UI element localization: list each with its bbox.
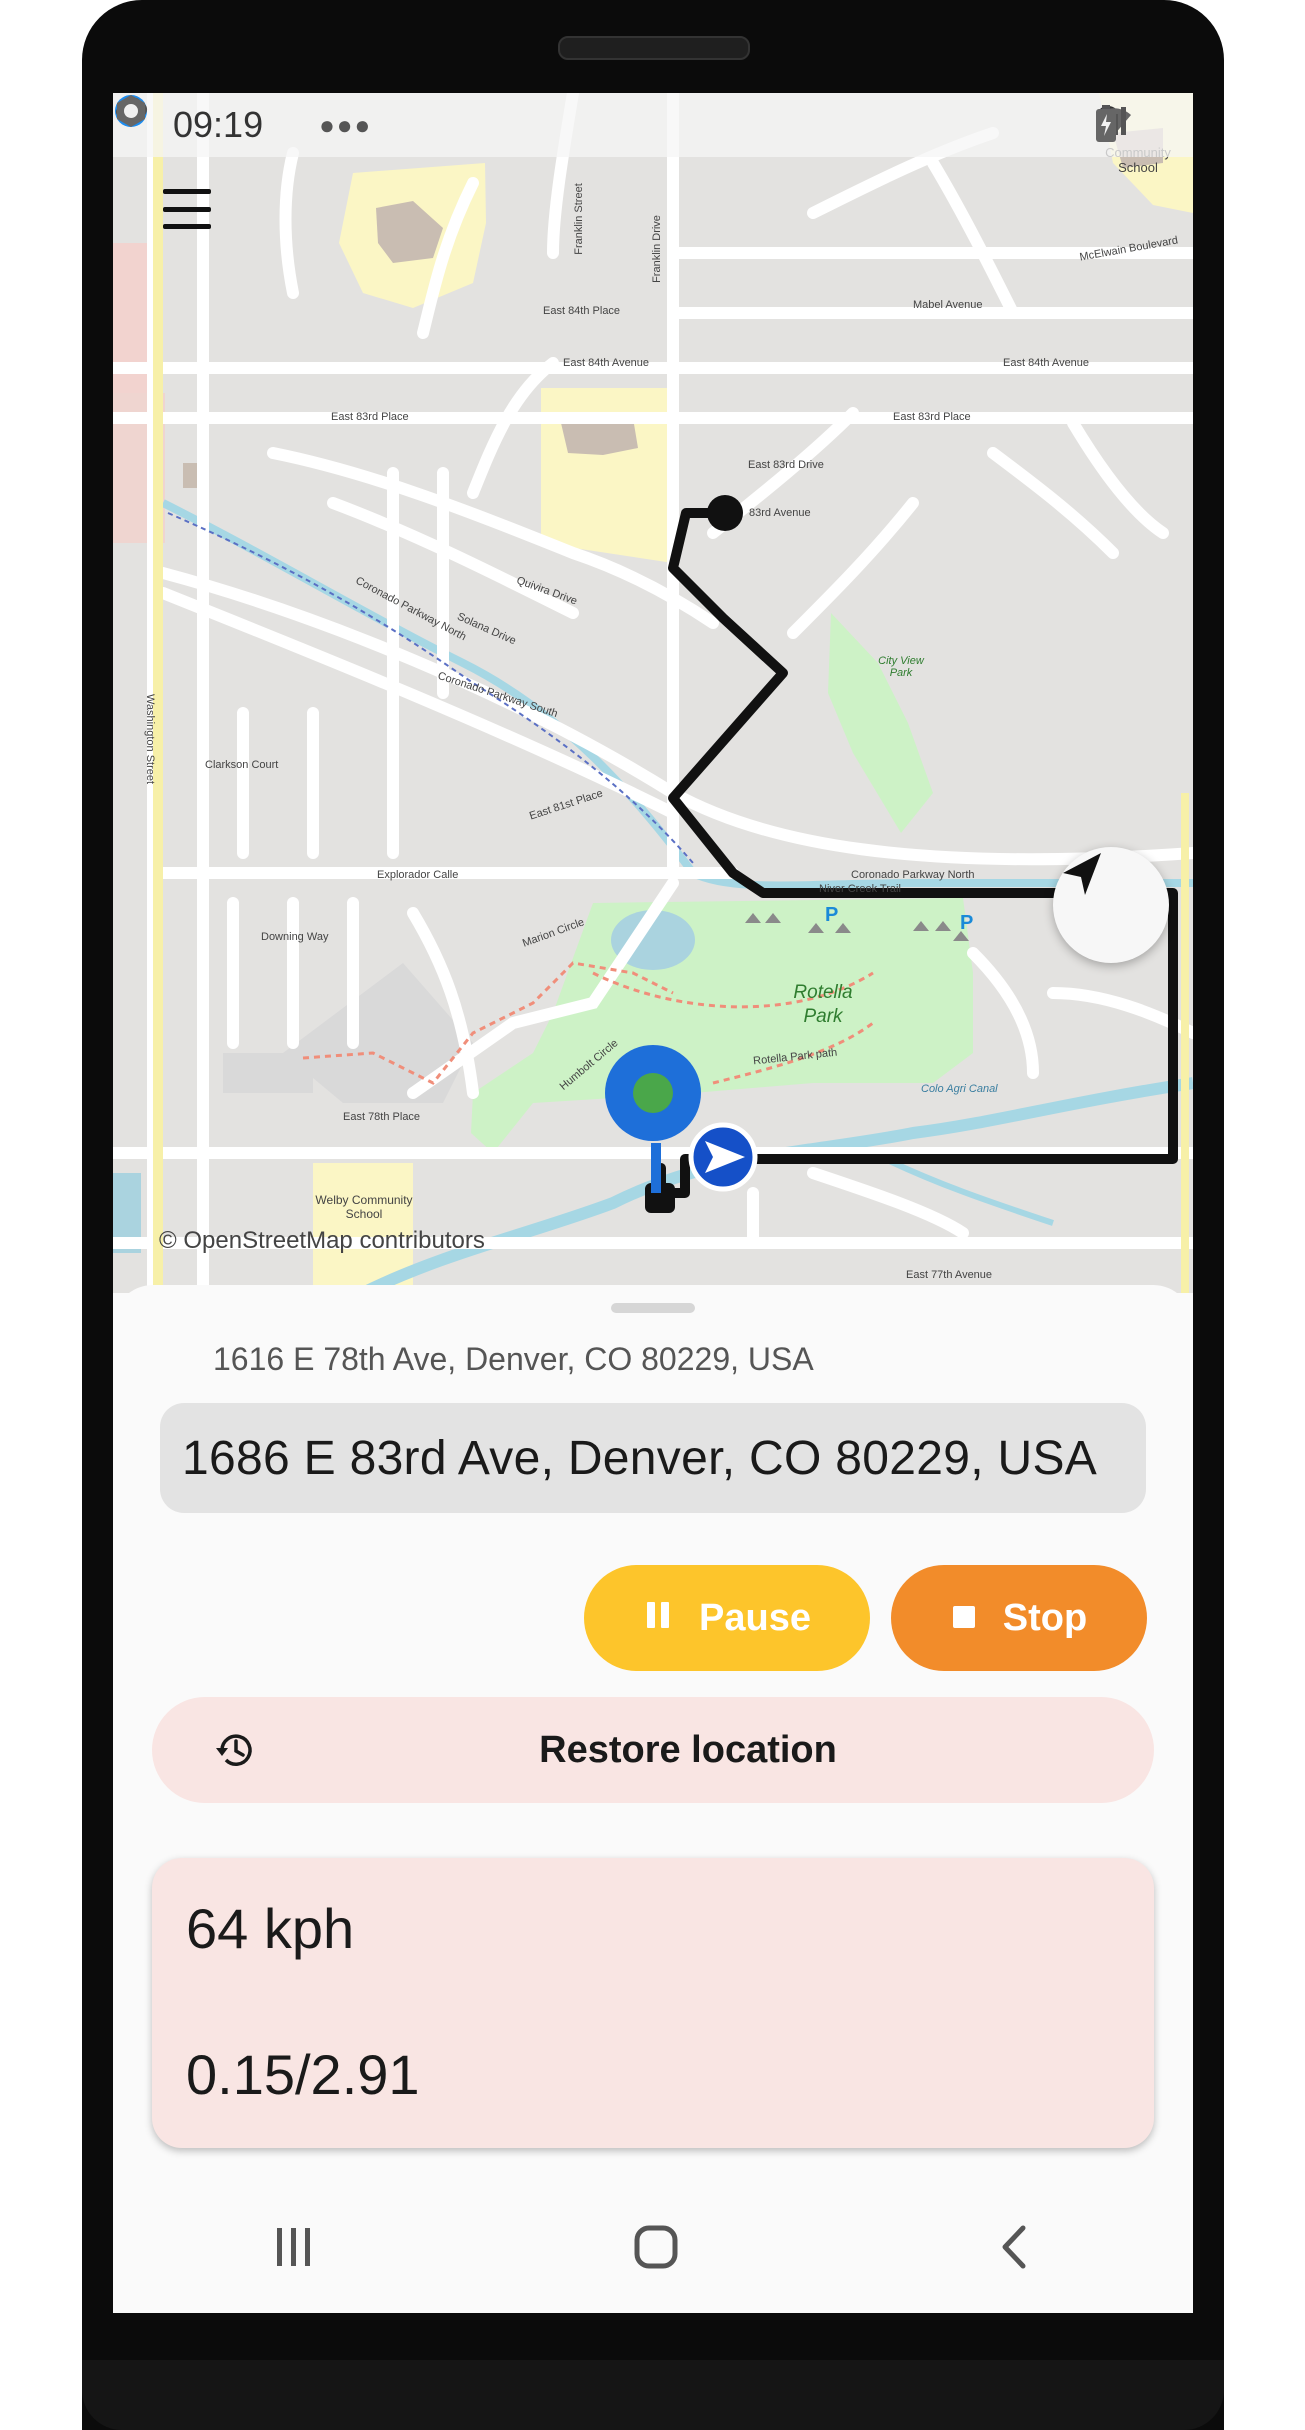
pause-icon bbox=[643, 1597, 673, 1640]
map-label-e83rd-place-east: East 83rd Place bbox=[893, 411, 971, 423]
map-label-clarkson-court: Clarkson Court bbox=[205, 759, 279, 771]
map-label-quivira: Quivira Drive bbox=[514, 574, 579, 608]
recenter-button[interactable] bbox=[1053, 847, 1169, 963]
map-label-e84th-place: East 84th Place bbox=[543, 305, 621, 317]
map-label-humbolt-circle: Humbolt Circle bbox=[557, 1037, 621, 1093]
hamburger-line-top bbox=[163, 189, 211, 194]
stop-button[interactable]: Stop bbox=[891, 1565, 1147, 1671]
map-label-explorador: Explorador Calle bbox=[377, 869, 459, 881]
map-label-solana: Solana Drive bbox=[455, 610, 518, 648]
map-label-e83rd-place: East 83rd Place bbox=[331, 411, 409, 423]
back-icon[interactable] bbox=[995, 2224, 1035, 2275]
phone-screen: P P East 84th Avenue East 84th Avenue Ea… bbox=[113, 93, 1193, 2313]
map-labels: East 84th Avenue East 84th Avenue East 8… bbox=[113, 93, 1193, 1293]
status-bar: 09:19 ●●● bbox=[113, 93, 1193, 157]
sheet-drag-handle[interactable] bbox=[611, 1303, 695, 1313]
phone-frame-bottom bbox=[82, 2360, 1224, 2430]
status-time: 09:19 bbox=[173, 104, 264, 145]
more-dots-icon: ●●● bbox=[319, 109, 373, 140]
map-label-e83rd-drive: East 83rd Drive bbox=[748, 459, 824, 471]
map-label-mcelwain: McElwain Boulevard bbox=[1078, 234, 1179, 264]
trip-info-card: 64 kph 0.15/2.91 bbox=[152, 1858, 1154, 2148]
hamburger-line-bottom bbox=[163, 224, 211, 229]
map-label-franklin-street: Franklin Street bbox=[572, 183, 585, 255]
home-icon[interactable] bbox=[632, 2223, 680, 2276]
destination-field[interactable]: 1686 E 83rd Ave, Denver, CO 80229, USA bbox=[160, 1403, 1146, 1513]
map-label-canal: Colo Agri Canal bbox=[921, 1083, 998, 1095]
map-attribution[interactable]: © OpenStreetMap contributors bbox=[159, 1227, 485, 1255]
map-label-washington: Washington Street bbox=[144, 693, 157, 785]
stop-label: Stop bbox=[1002, 1596, 1088, 1639]
origin-address: 1616 E 78th Ave, Denver, CO 80229, USA bbox=[213, 1341, 814, 1377]
hamburger-line-middle bbox=[163, 206, 211, 212]
map-label-e78th-place: East 78th Place bbox=[343, 1111, 421, 1123]
map-label-niver-creek: Niver Creek Trail bbox=[819, 883, 901, 895]
history-icon bbox=[214, 1728, 258, 1777]
restore-location-label: Restore location bbox=[539, 1728, 837, 1771]
map-label-e84th-ave: East 84th Avenue bbox=[563, 357, 650, 369]
stop-icon bbox=[951, 1597, 977, 1640]
map-label-e84th-ave-east: East 84th Avenue bbox=[1003, 357, 1090, 369]
map-label-e81st-place: East 81st Place bbox=[528, 787, 605, 823]
map-label-franklin-drive: Franklin Drive bbox=[650, 215, 663, 283]
map-label-rotella-park: Rotella Park bbox=[793, 982, 853, 1027]
map-label-coronado-s: Coronado Parkway South bbox=[436, 669, 560, 721]
map-label-marion-circle: Marion Circle bbox=[520, 916, 586, 950]
map-label-mabel-ave: Mabel Avenue bbox=[913, 299, 983, 311]
pause-label: Pause bbox=[699, 1596, 811, 1639]
map-label-downing-way: Downing Way bbox=[261, 931, 329, 943]
phone-speaker bbox=[558, 36, 750, 60]
distance-progress: 0.15/2.91 bbox=[186, 2043, 420, 2106]
map-label-city-view-park: City View Park bbox=[878, 655, 924, 679]
map-view[interactable]: P P East 84th Avenue East 84th Avenue Ea… bbox=[113, 93, 1193, 1293]
pause-button[interactable]: Pause bbox=[584, 1565, 870, 1671]
map-label-coronado-n-east: Coronado Parkway North bbox=[851, 869, 975, 881]
menu-button[interactable] bbox=[163, 189, 211, 229]
map-label-83rd-ave: 83rd Avenue bbox=[749, 507, 811, 519]
map-label-coronado-n: Coronado Parkway North bbox=[353, 574, 469, 644]
speed-value: 64 kph bbox=[186, 1897, 355, 1960]
recent-apps-icon[interactable] bbox=[271, 2224, 317, 2275]
map-label-school-south: Welby Community School bbox=[315, 1193, 413, 1221]
system-nav-bar bbox=[113, 2185, 1193, 2313]
map-label-park-path: Rotella Park path bbox=[752, 1046, 838, 1068]
destination-address: 1686 E 83rd Ave, Denver, CO 80229, USA bbox=[182, 1431, 1098, 1485]
restore-location-button[interactable]: Restore location bbox=[152, 1697, 1154, 1803]
map-label-e77th-ave: East 77th Avenue bbox=[906, 1269, 993, 1281]
